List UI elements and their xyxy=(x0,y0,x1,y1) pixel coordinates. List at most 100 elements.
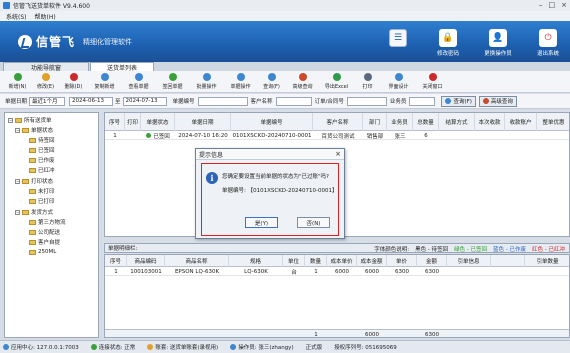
layout-icon xyxy=(394,73,403,81)
batch-icon xyxy=(202,73,211,81)
column-header[interactable]: 金额 xyxy=(417,255,447,267)
layout-design-button[interactable]: 界面设计 xyxy=(382,72,415,92)
contract-input[interactable] xyxy=(346,96,387,106)
column-header[interactable]: 序号 xyxy=(105,113,125,131)
new-button[interactable]: 新增(N) xyxy=(4,72,31,92)
tab-function-nav[interactable]: 功能导航窗 xyxy=(3,62,89,72)
switch-operator-button[interactable]: 👤 更换操作员 xyxy=(482,29,514,57)
column-header[interactable]: 客户名称 xyxy=(313,113,363,131)
tree-item-250ml[interactable]: 250ML xyxy=(29,248,56,256)
menu-system[interactable]: 系统(S) xyxy=(6,12,27,21)
tree-item-signed[interactable]: 已签回 xyxy=(29,146,55,154)
window-titlebar: 信管飞送货单软件 V9.4.600 – □ × xyxy=(0,0,570,11)
tree-root[interactable]: − 所有送货单 xyxy=(8,116,52,124)
tree-item-pending[interactable]: 待签回 xyxy=(29,136,55,144)
column-header[interactable]: 单据日期 xyxy=(175,113,231,131)
column-header[interactable]: 整单优惠 xyxy=(537,113,569,131)
minimize-icon[interactable]: – xyxy=(539,1,543,9)
column-header[interactable]: 序号 xyxy=(105,255,127,267)
window-controls: – □ × xyxy=(539,1,567,9)
dashboard-button[interactable]: ☰ xyxy=(382,29,414,57)
column-header[interactable]: 引单数量 xyxy=(525,255,569,267)
tree-item-company-delivery[interactable]: 公司配送 xyxy=(29,228,60,236)
status-operator: 操作员: 张三(zhangy) xyxy=(230,343,294,351)
query-button[interactable]: 查询(F) xyxy=(258,72,285,92)
menu-help[interactable]: 帮助(H) xyxy=(35,12,56,21)
date-to-field[interactable]: 2024-07-13 xyxy=(122,96,167,106)
no-button[interactable]: 否(N) xyxy=(297,217,330,228)
tree-item-reversed[interactable]: 已红冲 xyxy=(29,166,55,174)
filter-query-button[interactable]: 查询(F) xyxy=(441,95,476,107)
order-operation-button[interactable]: 单据操作 xyxy=(224,72,257,92)
table-cell: 6300 xyxy=(425,268,439,275)
table-cell: 百货公司测试 xyxy=(321,133,355,140)
column-header[interactable]: 数量 xyxy=(305,255,327,267)
power-icon: ⏻ xyxy=(539,29,557,47)
exit-button[interactable]: ⏻ 退出系统 xyxy=(532,29,564,57)
customer-input[interactable] xyxy=(275,96,312,106)
yes-button[interactable]: 是(Y) xyxy=(245,217,278,228)
column-header[interactable]: 引单信息 xyxy=(447,255,491,267)
column-header[interactable]: 打印 xyxy=(125,113,141,131)
column-header[interactable]: 单价 xyxy=(387,255,417,267)
close-icon[interactable]: × xyxy=(335,150,341,158)
copy-new-button[interactable]: 复制新增 xyxy=(88,72,121,92)
salesman-input[interactable] xyxy=(409,96,436,106)
sign-back-button[interactable]: 签回单据 xyxy=(156,72,189,92)
detail-grid: 序号 商品编码 商品名称 规格 单位 数量 成本单价 成本金额 单价 金额 引单… xyxy=(104,254,570,338)
column-header[interactable]: 部门 xyxy=(363,113,387,131)
column-header[interactable] xyxy=(491,255,525,267)
print-button[interactable]: 打印 xyxy=(354,72,381,92)
folder-icon xyxy=(29,147,36,153)
folder-icon xyxy=(29,198,36,204)
status-connection: 连接状态: 正常 xyxy=(90,343,135,351)
table-cell: 100103001 xyxy=(130,268,162,275)
tree-item-printed[interactable]: 已打印 xyxy=(29,197,55,205)
delete-button[interactable]: 删除(D) xyxy=(60,72,87,92)
tree-group-status[interactable]: − 单据状态 xyxy=(15,126,53,134)
column-header[interactable]: 单据状态 xyxy=(141,113,175,131)
column-header[interactable]: 单位 xyxy=(283,255,305,267)
table-row[interactable]: 1 已签回 2024-07-10 16:20 0101XSCKD-2024071… xyxy=(105,131,569,140)
table-cell: 0101XSCKD-20240710-0001 xyxy=(232,132,312,139)
table-cell xyxy=(447,267,491,276)
order-no-input[interactable] xyxy=(197,96,248,106)
advanced-query-button[interactable]: 高级查询 xyxy=(286,72,319,92)
tree-item-self-pickup[interactable]: 客户自提 xyxy=(29,238,60,246)
view-order-button[interactable]: 查看单据 xyxy=(122,72,155,92)
edit-button[interactable]: 修改(E) xyxy=(32,72,59,92)
tree-group-shipping[interactable]: − 发货方式 xyxy=(15,208,53,216)
tree-group-print[interactable]: − 打印状态 xyxy=(15,177,53,185)
status-account: 账套: 送货单账套(录视用) xyxy=(147,343,218,351)
column-header[interactable]: 商品编码 xyxy=(127,255,165,267)
table-row[interactable]: 1 100103001 EPSON LQ-630K LQ-630K 台 1 60… xyxy=(105,267,569,276)
close-icon[interactable]: × xyxy=(561,1,567,9)
date-from-field[interactable]: 2024-06-13 xyxy=(69,96,114,106)
change-password-button[interactable]: 🔒 修改密码 xyxy=(432,29,464,57)
tree-item-unprinted[interactable]: 未打印 xyxy=(29,187,55,195)
column-header[interactable]: 商品名称 xyxy=(165,255,229,267)
legend-item: 黑色 - 待签回 xyxy=(415,247,449,253)
tree-item-third-party[interactable]: 第三方物流 xyxy=(29,218,66,226)
filter-row: 单据日期 最近1个月 2024-06-13 至 2024-07-13 单据编号 … xyxy=(0,94,570,109)
column-header[interactable]: 规格 xyxy=(229,255,283,267)
filter-advanced-button[interactable]: 高级查询 xyxy=(478,95,517,107)
maximize-icon[interactable]: □ xyxy=(549,1,556,9)
column-header[interactable]: 总数量 xyxy=(413,113,439,131)
period-select[interactable]: 最近1个月 xyxy=(29,96,66,106)
tree-item-voided[interactable]: 已作废 xyxy=(29,156,55,164)
column-header[interactable]: 收款账户 xyxy=(505,113,537,131)
batch-operation-button[interactable]: 批量操作 xyxy=(190,72,223,92)
column-header[interactable]: 本次收款 xyxy=(475,113,505,131)
tab-delivery-list[interactable]: 送货单列表 xyxy=(90,62,154,72)
close-window-button[interactable]: 关闭窗口 xyxy=(416,72,449,92)
column-header[interactable]: 结算方式 xyxy=(439,113,475,131)
column-header[interactable]: 业务员 xyxy=(387,113,413,131)
column-header[interactable]: 成本金额 xyxy=(357,255,387,267)
order-icon xyxy=(236,73,245,81)
column-header[interactable]: 单据编号 xyxy=(231,113,313,131)
table-cell: 台 xyxy=(291,269,297,276)
export-excel-button[interactable]: 导出Excel xyxy=(320,72,353,92)
column-header[interactable]: 成本单价 xyxy=(327,255,357,267)
lock-icon: 🔒 xyxy=(439,29,457,47)
